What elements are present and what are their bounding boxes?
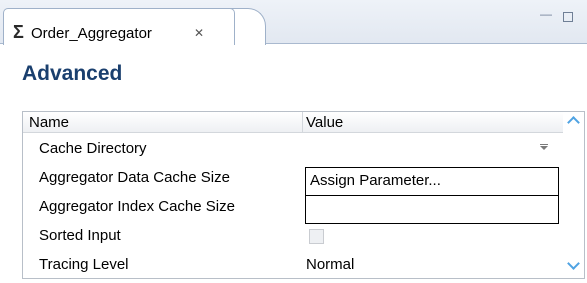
assign-parameter-option[interactable]: Assign Parameter... [310, 172, 441, 189]
vertical-scrollbar[interactable] [563, 112, 584, 278]
sorted-input-checkbox[interactable] [309, 229, 324, 244]
column-header-value[interactable]: Value [306, 114, 343, 131]
row-label: Tracing Level [39, 256, 129, 273]
column-separator[interactable] [302, 112, 303, 133]
divider [306, 195, 558, 196]
assign-parameter-dropdown[interactable]: Assign Parameter... [305, 167, 559, 224]
row-label: Aggregator Index Cache Size [39, 198, 235, 215]
chevron-down-icon[interactable] [540, 146, 548, 150]
dropdown-icon-bar[interactable] [540, 144, 548, 145]
table-header: Name Value [23, 112, 584, 133]
scroll-up-icon[interactable] [567, 116, 580, 129]
section-title: Advanced [22, 62, 123, 85]
row-label: Cache Directory [39, 140, 147, 157]
table-row-tracing-level[interactable]: Tracing Level Normal [23, 250, 563, 278]
sigma-icon: Σ [13, 22, 24, 42]
tab-title: Order_Aggregator [31, 25, 152, 42]
table-row-cache-directory[interactable]: Cache Directory [23, 134, 563, 163]
editor-tab-bar: Σ Order_Aggregator ✕ — [0, 0, 587, 45]
tab-order-aggregator[interactable]: Σ Order_Aggregator ✕ [3, 8, 235, 45]
table-row-sorted-input[interactable]: Sorted Input [23, 221, 563, 250]
row-value[interactable]: Normal [306, 256, 354, 273]
column-header-name[interactable]: Name [29, 114, 69, 131]
properties-table: Name Value Cache Directory Aggregator Da… [22, 111, 585, 279]
maximize-icon[interactable] [563, 12, 573, 22]
row-label: Aggregator Data Cache Size [39, 169, 230, 186]
close-icon[interactable]: ✕ [194, 25, 204, 41]
minimize-icon[interactable]: — [540, 8, 552, 20]
row-label: Sorted Input [39, 227, 121, 244]
scroll-down-icon[interactable] [567, 257, 580, 270]
